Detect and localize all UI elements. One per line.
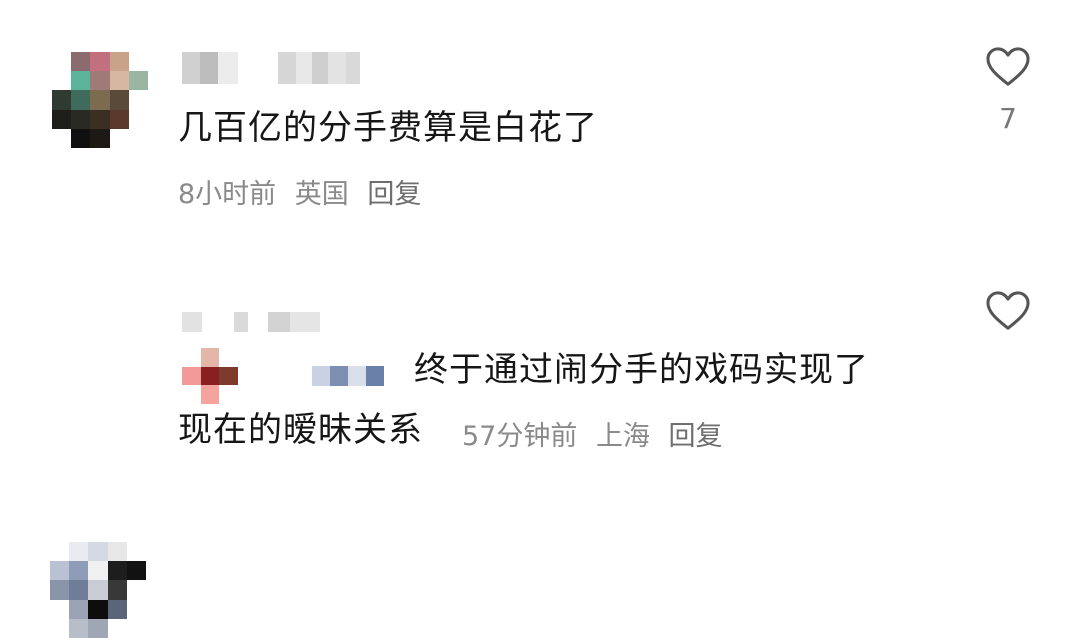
comment-meta: 57分钟前 上海 回复 <box>462 414 733 453</box>
comment-text-line2: 现在的暧昧关系 <box>178 410 423 450</box>
comment-item: 终于通过闹分手的戏码实现了 现在的暧昧关系 57分钟前 上海 回复 <box>0 250 1080 638</box>
user-badge-image <box>182 348 238 404</box>
comment-text-line1: 终于通过闹分手的戏码实现了 <box>414 350 869 390</box>
reply-button[interactable]: 回复 <box>367 179 421 210</box>
like-count: 7 <box>999 102 1017 135</box>
username[interactable] <box>182 312 320 332</box>
like-button[interactable]: 7 <box>984 46 1032 135</box>
comment-meta: 8小时前 英国 回复 <box>178 172 431 211</box>
avatar[interactable] <box>50 542 146 638</box>
comment-time: 8小时前 <box>178 179 277 210</box>
comment-location: 英国 <box>294 179 349 210</box>
comment-time: 57分钟前 <box>462 421 578 452</box>
comment-item: 几百亿的分手费算是白花了 8小时前 英国 回复 7 <box>0 0 1080 250</box>
user-badge-image <box>312 366 384 386</box>
heart-outline-icon <box>986 47 1030 86</box>
comment-text: 几百亿的分手费算是白花了 <box>178 108 598 148</box>
username[interactable] <box>182 52 360 84</box>
heart-outline-icon <box>986 291 1030 330</box>
comment-location: 上海 <box>595 421 650 452</box>
reply-button[interactable]: 回复 <box>669 421 723 452</box>
like-button[interactable] <box>984 290 1032 332</box>
avatar[interactable] <box>52 52 148 148</box>
